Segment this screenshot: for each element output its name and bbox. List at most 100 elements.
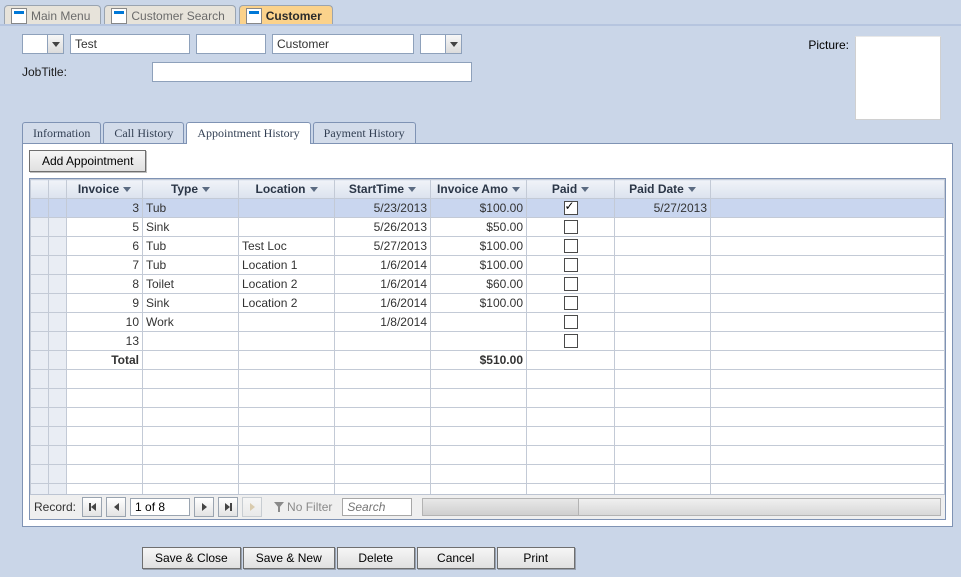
prefix-input[interactable] xyxy=(22,34,48,54)
amount-cell[interactable]: $100.00 xyxy=(431,199,527,218)
row-selector[interactable] xyxy=(49,446,67,465)
row-selector[interactable] xyxy=(31,370,49,389)
paid-date-cell[interactable] xyxy=(615,275,711,294)
paid-cell[interactable] xyxy=(527,199,615,218)
row-selector[interactable] xyxy=(31,408,49,427)
location-cell[interactable]: Location 2 xyxy=(239,294,335,313)
cancel-button[interactable]: Cancel xyxy=(417,547,495,569)
starttime-cell[interactable]: 1/6/2014 xyxy=(335,256,431,275)
row-selector[interactable] xyxy=(49,370,67,389)
empty-cell[interactable] xyxy=(431,446,527,465)
nav-first-button[interactable] xyxy=(82,497,102,517)
record-position-input[interactable] xyxy=(130,498,190,516)
paid-cell[interactable] xyxy=(527,218,615,237)
location-cell[interactable] xyxy=(239,218,335,237)
nav-prev-button[interactable] xyxy=(106,497,126,517)
empty-cell[interactable] xyxy=(527,389,615,408)
job-title-input[interactable] xyxy=(152,62,472,82)
table-row[interactable]: 9SinkLocation 21/6/2014$100.00 xyxy=(31,294,945,313)
table-row[interactable]: 5Sink5/26/2013$50.00 xyxy=(31,218,945,237)
paid-cell[interactable] xyxy=(527,256,615,275)
first-name-input[interactable] xyxy=(70,34,190,54)
type-cell[interactable]: Tub xyxy=(143,256,239,275)
column-header[interactable]: Paid xyxy=(527,180,615,199)
type-cell[interactable]: Work xyxy=(143,313,239,332)
table-row-empty[interactable] xyxy=(31,484,945,495)
grid-corner[interactable] xyxy=(31,180,49,199)
column-header[interactable]: Paid Date xyxy=(615,180,711,199)
type-cell[interactable] xyxy=(143,351,239,370)
empty-cell[interactable] xyxy=(67,408,143,427)
paid-cell[interactable] xyxy=(527,237,615,256)
empty-cell[interactable] xyxy=(615,370,711,389)
row-selector[interactable] xyxy=(49,351,67,370)
starttime-cell[interactable]: 5/23/2013 xyxy=(335,199,431,218)
document-tab[interactable]: Main Menu xyxy=(4,5,101,26)
document-tab[interactable]: Customer Search xyxy=(104,5,235,26)
horizontal-scrollbar[interactable] xyxy=(422,498,941,516)
row-selector[interactable] xyxy=(49,465,67,484)
invoice-cell[interactable]: 8 xyxy=(67,275,143,294)
picture-placeholder[interactable] xyxy=(855,36,941,120)
last-name-input[interactable] xyxy=(272,34,414,54)
empty-cell[interactable] xyxy=(335,465,431,484)
paid-date-cell[interactable] xyxy=(615,332,711,351)
prefix-dropdown-button[interactable] xyxy=(48,34,64,54)
row-selector[interactable] xyxy=(31,484,49,495)
empty-cell[interactable] xyxy=(335,370,431,389)
column-header[interactable]: Type xyxy=(143,180,239,199)
empty-cell[interactable] xyxy=(67,427,143,446)
document-tab[interactable]: Customer xyxy=(239,5,333,26)
empty-cell[interactable] xyxy=(527,446,615,465)
row-selector[interactable] xyxy=(31,465,49,484)
paid-date-cell[interactable] xyxy=(615,237,711,256)
total-label-cell[interactable]: Total xyxy=(67,351,143,370)
amount-cell[interactable]: $60.00 xyxy=(431,275,527,294)
empty-cell[interactable] xyxy=(335,427,431,446)
location-cell[interactable]: Location 1 xyxy=(239,256,335,275)
starttime-cell[interactable] xyxy=(335,351,431,370)
empty-cell[interactable] xyxy=(615,408,711,427)
empty-cell[interactable] xyxy=(67,446,143,465)
type-cell[interactable]: Tub xyxy=(143,237,239,256)
empty-cell[interactable] xyxy=(527,370,615,389)
type-cell[interactable] xyxy=(143,332,239,351)
empty-cell[interactable] xyxy=(67,389,143,408)
empty-cell[interactable] xyxy=(143,427,239,446)
row-selector[interactable] xyxy=(49,294,67,313)
save-new-button[interactable]: Save & New xyxy=(243,547,335,569)
empty-cell[interactable] xyxy=(67,370,143,389)
invoice-cell[interactable]: 10 xyxy=(67,313,143,332)
add-appointment-button[interactable]: Add Appointment xyxy=(29,150,146,172)
row-selector[interactable] xyxy=(31,427,49,446)
empty-cell[interactable] xyxy=(527,427,615,446)
row-selector[interactable] xyxy=(31,275,49,294)
row-selector[interactable] xyxy=(49,275,67,294)
row-selector[interactable] xyxy=(31,313,49,332)
empty-cell[interactable] xyxy=(67,465,143,484)
suffix-dropdown-button[interactable] xyxy=(446,34,462,54)
amount-cell[interactable]: $50.00 xyxy=(431,218,527,237)
location-cell[interactable]: Test Loc xyxy=(239,237,335,256)
invoice-cell[interactable]: 5 xyxy=(67,218,143,237)
paid-cell[interactable] xyxy=(527,332,615,351)
paid-date-cell[interactable] xyxy=(615,294,711,313)
row-selector[interactable] xyxy=(49,256,67,275)
empty-cell[interactable] xyxy=(615,465,711,484)
invoice-cell[interactable]: 9 xyxy=(67,294,143,313)
table-row-empty[interactable] xyxy=(31,465,945,484)
column-header[interactable]: Invoice xyxy=(67,180,143,199)
paid-cell[interactable] xyxy=(527,275,615,294)
starttime-cell[interactable]: 5/26/2013 xyxy=(335,218,431,237)
location-cell[interactable]: Location 2 xyxy=(239,275,335,294)
empty-cell[interactable] xyxy=(239,465,335,484)
row-selector[interactable] xyxy=(31,237,49,256)
row-selector[interactable] xyxy=(31,218,49,237)
total-amount-cell[interactable]: $510.00 xyxy=(431,351,527,370)
empty-cell[interactable] xyxy=(335,484,431,495)
scrollbar-thumb[interactable] xyxy=(423,499,579,515)
row-selector[interactable] xyxy=(31,332,49,351)
invoice-cell[interactable]: 6 xyxy=(67,237,143,256)
amount-cell[interactable]: $100.00 xyxy=(431,237,527,256)
empty-cell[interactable] xyxy=(239,484,335,495)
